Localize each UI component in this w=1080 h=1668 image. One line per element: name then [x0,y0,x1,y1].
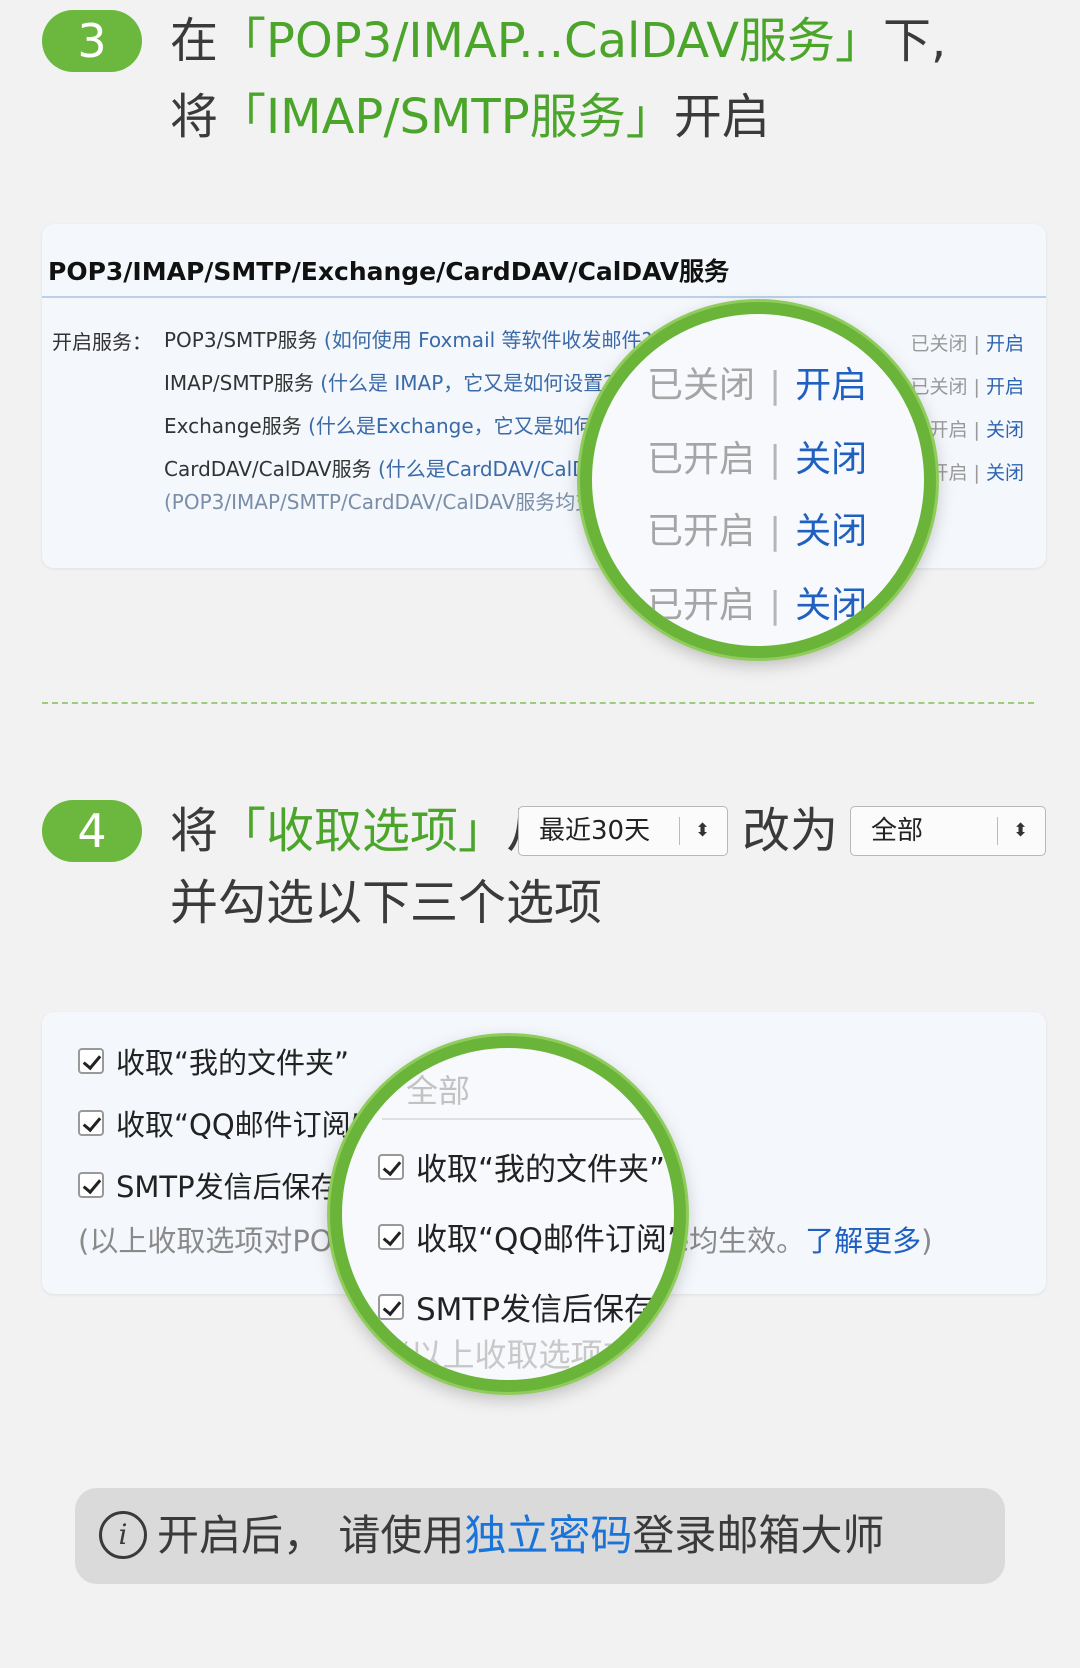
select-divider [997,817,998,845]
lens-option[interactable]: SMTP发信后保存 [378,1284,655,1329]
services-label: 开启服务： [52,330,152,354]
option-label: 收取“我的文件夹” [416,1152,666,1188]
select-divider [679,817,680,845]
select-value: 最近30天 [539,816,651,846]
status-text: 已开启 [647,585,756,626]
help-link[interactable]: (如何使用 Foxmail 等软件收发邮件?) [324,328,660,352]
magnifier-receive-options: 全部 收取“我的文件夹” 收取“QQ邮件订阅” SMTP发信后保存 (以上收取选… [330,1036,686,1392]
status-text: 已开启 [647,511,756,552]
checkbox-checked[interactable] [378,1293,404,1320]
service-row-caldav: CardDAV/CalDAV服务 (什么是CardDAV/CalDAV?) [164,453,632,482]
service-row-exchange: Exchange服务 (什么是Exchange，它又是如何设置?) [164,410,652,439]
step-3-text-suffix: 下, [883,13,947,69]
lens-footnote-fragment: (以上收取选项对 [398,1336,635,1374]
step-4-badge: 4 [42,800,142,862]
lens-row: 已开启 | 关闭 [647,430,867,482]
status-text: 已开启 [647,439,756,480]
step-3-highlight2: 「IMAP/SMTP服务」 [218,89,674,145]
lens-row: 已关闭 | 开启 [647,356,867,408]
lens-divider [382,1118,674,1120]
toggle-link[interactable]: 开启 [986,333,1024,355]
separator: | [769,365,782,406]
separator: | [973,333,980,355]
toggle-link[interactable]: 关闭 [986,462,1024,484]
service-name: POP3/SMTP服务 [164,328,318,352]
step-4-instruction-line2: 并勾选以下三个选项 [170,875,603,931]
section-divider [42,702,1034,704]
tip-highlight: 独立密码 [464,1511,633,1560]
checkbox-checked[interactable] [78,1172,104,1198]
step-3-badge: 3 [42,10,142,72]
lens-select-value: 全部 [406,1072,471,1110]
service-row-imap: IMAP/SMTP服务 (什么是 IMAP，它又是如何设置?) [164,367,622,396]
status-text: 已关闭 [647,365,756,406]
separator: | [973,419,980,441]
option-my-folders[interactable]: 收取“我的文件夹” [78,1040,349,1082]
step-4-highlight: 「收取选项」 [218,803,507,859]
service-name: CardDAV/CalDAV服务 [164,457,372,481]
receive-range-select-to[interactable]: 全部 ⬍ [850,806,1046,856]
toggle-link[interactable]: 开启 [795,365,867,406]
magnifier-service-toggles: 已关闭 | 开启 已开启 | 关闭 已开启 | 关闭 已开启 | 关闭 [580,302,936,658]
separator: | [973,376,980,398]
step-3-text2-prefix: 将 [170,89,219,145]
checkbox-checked[interactable] [378,1223,404,1250]
service-name: Exchange服务 [164,414,302,438]
option-label: 收取“QQ邮件订阅” [116,1108,366,1142]
toggle-link[interactable]: 开启 [986,376,1024,398]
step-3-text2-suffix: 开启 [673,89,770,145]
lens-option[interactable]: 收取“QQ邮件订阅” [378,1214,683,1259]
updown-arrows-icon: ⬍ [1013,820,1029,841]
title-divider [42,296,1046,298]
lens-row: 已开启 | 关闭 [647,576,867,628]
checkbox-checked[interactable] [378,1153,404,1180]
lens-option[interactable]: 收取“我的文件夹” [378,1144,665,1189]
step-4-text-prefix: 将 [170,803,219,859]
lens-row: 已开启 | 关闭 [647,502,867,554]
help-link[interactable]: (什么是 IMAP，它又是如何设置?) [320,371,621,395]
step-3-instruction-line2: 将「IMAP/SMTP服务」开启 [170,80,770,154]
info-icon: i [99,1510,147,1559]
step-3-text-prefix: 在 [170,13,219,69]
option-label: 收取“我的文件夹” [116,1046,350,1080]
toggle-link[interactable]: 关闭 [795,439,867,480]
tip-prefix: 开启后， 请使用 [157,1511,465,1560]
learn-more-link[interactable]: 了解更多 [805,1224,921,1258]
separator: | [769,585,782,626]
separator: | [769,511,782,552]
step-3-instruction-line1: 在「POP3/IMAP...CalDAV服务」下, [170,4,946,78]
option-label: SMTP发信后保存 [416,1292,656,1328]
option-qq-subscriptions[interactable]: 收取“QQ邮件订阅” [78,1102,366,1144]
step-4-to-label: 改为 [742,803,839,859]
checkbox-checked[interactable] [78,1110,104,1136]
step-4-instruction-line1: 将「收取选项」从 [170,794,554,868]
checkbox-checked[interactable] [78,1048,104,1074]
select-value: 全部 [871,816,924,846]
services-card-title: POP3/IMAP/SMTP/Exchange/CardDAV/CalDAV服务 [48,257,730,286]
toggle-link[interactable]: 关闭 [795,585,867,626]
receive-range-select-from[interactable]: 最近30天 ⬍ [518,806,728,856]
service-name: IMAP/SMTP服务 [164,371,314,395]
updown-arrows-icon: ⬍ [695,820,711,841]
tip-banner: i 开启后， 请使用独立密码登录邮箱大师 [75,1488,1005,1584]
status-text: 已关闭 [910,333,968,355]
service-row-pop3: POP3/SMTP服务 (如何使用 Foxmail 等软件收发邮件?) [164,324,660,353]
toggle-link[interactable]: 关闭 [795,511,867,552]
separator: | [769,439,782,480]
separator: | [973,462,980,484]
step-3-highlight: 「POP3/IMAP...CalDAV服务」 [218,13,884,69]
service-status-imap: 已关闭 | 开启 [910,372,1024,399]
toggle-link[interactable]: 关闭 [986,419,1024,441]
status-text: 已关闭 [910,376,968,398]
footnote-end: ) [921,1224,933,1258]
option-label: 收取“QQ邮件订阅” [416,1222,683,1258]
tip-suffix: 登录邮箱大师 [632,1511,885,1560]
service-status-pop3: 已关闭 | 开启 [910,329,1024,356]
